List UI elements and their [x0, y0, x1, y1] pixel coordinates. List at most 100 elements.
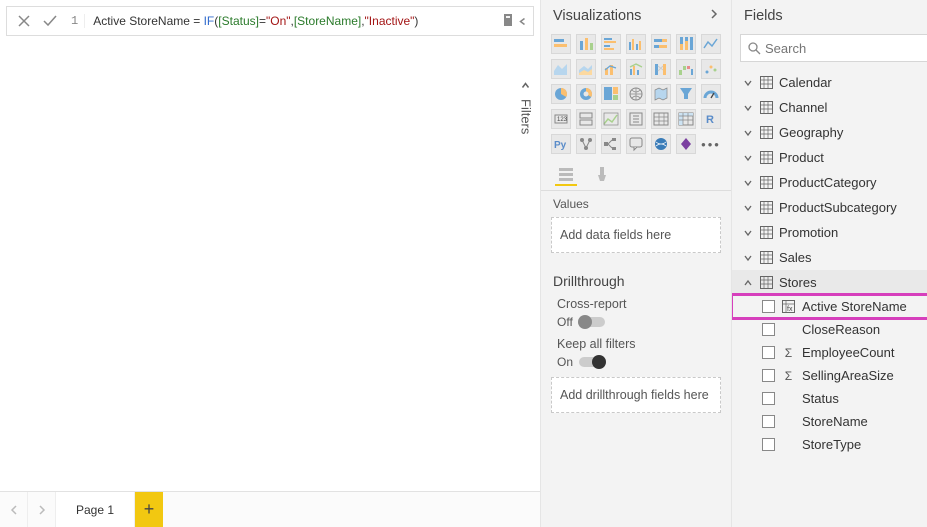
viz-filled-map-icon[interactable]	[651, 84, 671, 104]
field-storename[interactable]: StoreName	[732, 410, 927, 433]
viz-100-stacked-column-icon[interactable]	[676, 34, 696, 54]
keep-all-filters-toggle[interactable]: On	[557, 355, 605, 369]
viz-decomposition-tree-icon[interactable]	[601, 134, 621, 154]
viz-table-icon[interactable]	[651, 109, 671, 129]
viz-stacked-bar-icon[interactable]	[551, 34, 571, 54]
viz-stacked-column-icon[interactable]	[576, 34, 596, 54]
collapse-visualizations-button[interactable]	[709, 8, 719, 24]
fields-search[interactable]	[740, 34, 927, 62]
field-checkbox[interactable]	[762, 392, 775, 405]
svg-text:fx: fx	[787, 306, 793, 313]
filters-pane-collapsed[interactable]: Filters	[514, 78, 538, 134]
fields-tab-button[interactable]	[555, 164, 577, 186]
viz-waterfall-icon[interactable]	[676, 59, 696, 79]
values-label: Values	[541, 191, 731, 213]
format-tab-button[interactable]	[591, 164, 613, 186]
field-status[interactable]: Status	[732, 387, 927, 410]
viz-qa-icon[interactable]	[626, 134, 646, 154]
svg-text:R: R	[706, 114, 714, 126]
viz-arcgis-icon[interactable]	[651, 134, 671, 154]
field-checkbox[interactable]	[762, 369, 775, 382]
visualizations-title: Visualizations	[553, 8, 641, 24]
viz-line-chart-icon[interactable]	[701, 34, 721, 54]
field-label: Status	[802, 391, 839, 406]
viz-stacked-area-icon[interactable]	[576, 59, 596, 79]
viz-clustered-bar-icon[interactable]	[601, 34, 621, 54]
report-canvas[interactable]: Filters	[0, 42, 540, 491]
table-icon	[760, 76, 773, 89]
svg-text:Py: Py	[554, 140, 567, 151]
viz-line-stacked-column-icon[interactable]	[601, 59, 621, 79]
viz-r-script-icon[interactable]: R	[701, 109, 721, 129]
viz-multi-row-card-icon[interactable]	[576, 109, 596, 129]
drillthrough-title: Drillthrough	[541, 263, 731, 293]
table-sales[interactable]: Sales	[732, 245, 927, 270]
sigma-icon: Σ	[781, 369, 796, 383]
viz-treemap-icon[interactable]	[601, 84, 621, 104]
field-sellingareasizie[interactable]: Σ SellingAreaSize	[732, 364, 927, 387]
field-checkbox[interactable]	[762, 346, 775, 359]
cross-report-toggle[interactable]: Off	[557, 315, 605, 329]
page-tab-page1[interactable]: Page 1	[56, 492, 135, 527]
chevron-down-icon	[742, 203, 754, 213]
table-calendar[interactable]: Calendar	[732, 70, 927, 95]
search-icon	[747, 41, 761, 55]
formula-dropdown-button[interactable]	[515, 16, 530, 26]
viz-powerapps-icon[interactable]	[676, 134, 696, 154]
viz-area-chart-icon[interactable]	[551, 59, 571, 79]
fields-table-list: Calendar Channel Geography Product Produ	[732, 70, 927, 527]
field-active-storename[interactable]: fx Active StoreName	[732, 295, 927, 318]
viz-slicer-icon[interactable]	[626, 109, 646, 129]
viz-kpi-icon[interactable]	[601, 109, 621, 129]
field-checkbox[interactable]	[762, 415, 775, 428]
viz-python-icon[interactable]: Py	[551, 134, 571, 154]
field-checkbox[interactable]	[762, 300, 775, 313]
values-field-well[interactable]: Add data fields here	[551, 217, 721, 253]
viz-100-stacked-bar-icon[interactable]	[651, 34, 671, 54]
field-checkbox[interactable]	[762, 438, 775, 451]
chevron-down-icon	[742, 78, 754, 88]
viz-clustered-column-icon[interactable]	[626, 34, 646, 54]
visualization-picker: 123 R Py •••	[541, 32, 731, 162]
chevron-up-icon	[742, 278, 754, 288]
field-employeecount[interactable]: Σ EmployeeCount	[732, 341, 927, 364]
table-product[interactable]: Product	[732, 145, 927, 170]
plus-icon: +	[144, 499, 155, 520]
viz-more-button[interactable]: •••	[701, 134, 721, 154]
calculated-column-icon: fx	[781, 300, 796, 313]
table-icon	[760, 251, 773, 264]
table-icon	[760, 101, 773, 114]
chevron-down-icon	[742, 253, 754, 263]
table-productcategory[interactable]: ProductCategory	[732, 170, 927, 195]
viz-funnel-icon[interactable]	[676, 84, 696, 104]
viz-line-clustered-column-icon[interactable]	[626, 59, 646, 79]
formula-measure-name: Active StoreName	[93, 14, 190, 28]
viz-gauge-icon[interactable]	[701, 84, 721, 104]
page-prev-button[interactable]	[0, 492, 28, 527]
expand-filters-icon	[519, 81, 534, 91]
fields-search-input[interactable]	[761, 37, 927, 60]
field-checkbox[interactable]	[762, 323, 775, 336]
formula-text[interactable]: Active StoreName = IF([Status]="On",[Sto…	[89, 12, 499, 31]
field-closereason[interactable]: CloseReason	[732, 318, 927, 341]
table-stores[interactable]: Stores	[732, 270, 927, 295]
viz-pie-icon[interactable]	[551, 84, 571, 104]
viz-key-influencers-icon[interactable]	[576, 134, 596, 154]
table-promotion[interactable]: Promotion	[732, 220, 927, 245]
viz-scatter-icon[interactable]	[701, 59, 721, 79]
page-next-button[interactable]	[28, 492, 56, 527]
formula-cancel-button[interactable]	[13, 10, 35, 32]
add-page-button[interactable]: +	[135, 492, 163, 527]
drillthrough-field-well[interactable]: Add drillthrough fields here	[551, 377, 721, 413]
viz-card-icon[interactable]: 123	[551, 109, 571, 129]
table-productsubcategory[interactable]: ProductSubcategory	[732, 195, 927, 220]
formula-commit-button[interactable]	[39, 10, 61, 32]
table-geography[interactable]: Geography	[732, 120, 927, 145]
table-channel[interactable]: Channel	[732, 95, 927, 120]
field-storetype[interactable]: StoreType	[732, 433, 927, 456]
viz-matrix-icon[interactable]	[676, 109, 696, 129]
viz-map-icon[interactable]	[626, 84, 646, 104]
viz-ribbon-chart-icon[interactable]	[651, 59, 671, 79]
chevron-down-icon	[742, 178, 754, 188]
viz-donut-icon[interactable]	[576, 84, 596, 104]
